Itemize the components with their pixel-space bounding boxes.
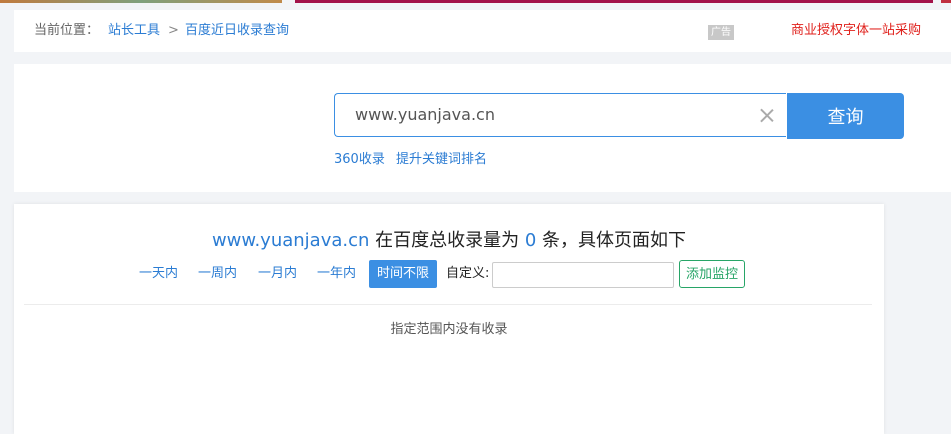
- banner-image-left[interactable]: [0, 0, 282, 3]
- summary-text-after: 条，具体页面如下: [536, 230, 687, 251]
- filter-unlimited[interactable]: 时间不限: [369, 260, 438, 288]
- banner-image-center[interactable]: [295, 0, 933, 3]
- filter-one-day[interactable]: 一天内: [131, 260, 186, 288]
- result-panel: www.yuanjava.cn 在百度总收录量为 0 条，具体页面如下 一天内 …: [14, 204, 884, 434]
- clear-icon[interactable]: [760, 108, 774, 122]
- divider: [24, 304, 872, 305]
- breadcrumb-link-tools[interactable]: 站长工具: [108, 10, 160, 52]
- result-summary: www.yuanjava.cn 在百度总收录量为 0 条，具体页面如下: [14, 226, 884, 252]
- custom-range-input[interactable]: [492, 262, 674, 288]
- breadcrumb: 当前位置： 站长工具 > 百度近日收录查询 广告 商业授权字体一站采购: [14, 10, 951, 52]
- query-button[interactable]: 查询: [787, 93, 904, 139]
- result-count: 0: [524, 230, 537, 251]
- add-monitor-button[interactable]: 添加监控: [679, 260, 745, 288]
- empty-result-message: 指定范围内没有收录: [390, 322, 508, 337]
- top-ad-strip: [0, 0, 951, 5]
- banner-image-right[interactable]: [941, 0, 951, 3]
- time-filter-bar: 一天内 一周内 一月内 一年内 时间不限 自定义: 添加监控: [14, 260, 884, 290]
- breadcrumb-label: 当前位置：: [34, 23, 100, 38]
- custom-range-label: 自定义:: [446, 266, 490, 281]
- result-domain[interactable]: www.yuanjava.cn: [212, 230, 369, 251]
- filter-one-month[interactable]: 一月内: [250, 260, 305, 288]
- font-promo-link[interactable]: 商业授权字体一站采购: [791, 10, 921, 52]
- breadcrumb-separator: >: [168, 23, 179, 38]
- search-input-value[interactable]: www.yuanjava.cn: [355, 94, 495, 136]
- summary-text-before: 在百度总收录量为: [369, 230, 525, 251]
- filter-one-week[interactable]: 一周内: [190, 260, 245, 288]
- ad-tag: 广告: [708, 25, 734, 40]
- link-360-index[interactable]: 360收录: [334, 148, 385, 167]
- search-input[interactable]: www.yuanjava.cn: [334, 93, 786, 137]
- filter-one-year[interactable]: 一年内: [309, 260, 364, 288]
- breadcrumb-link-current[interactable]: 百度近日收录查询: [185, 10, 289, 52]
- link-keyword-rank[interactable]: 提升关键词排名: [396, 148, 487, 167]
- search-panel: www.yuanjava.cn 查询 360收录 提升关键词排名: [14, 64, 951, 192]
